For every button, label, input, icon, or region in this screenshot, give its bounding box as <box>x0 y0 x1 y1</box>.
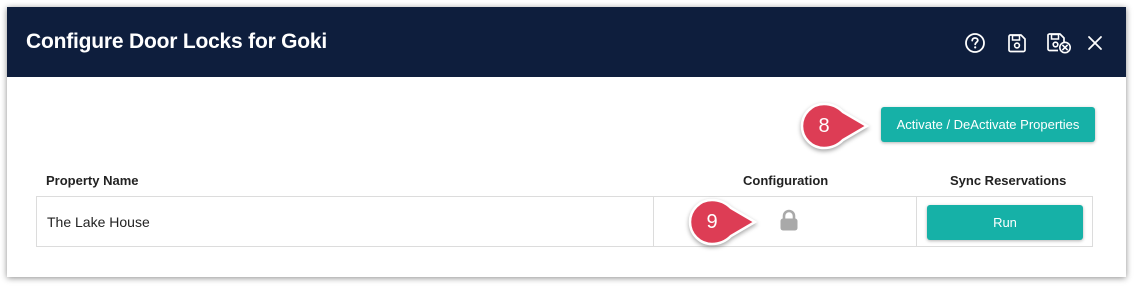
table-row: The Lake House Run <box>36 196 1093 247</box>
dialog-header: Configure Door Locks for Goki <box>7 7 1126 77</box>
close-icon[interactable] <box>1083 32 1107 54</box>
save-close-icon[interactable] <box>1045 32 1073 54</box>
activate-deactivate-properties-button[interactable]: Activate / DeActivate Properties <box>881 107 1095 142</box>
column-divider <box>653 197 654 246</box>
callout-number: 9 <box>706 210 718 233</box>
help-icon[interactable] <box>963 32 987 54</box>
configure-door-locks-dialog: Configure Door Locks for Goki Activate /… <box>7 7 1126 277</box>
column-divider <box>916 197 917 246</box>
property-name-cell: The Lake House <box>47 214 150 230</box>
lock-icon[interactable] <box>779 209 799 231</box>
save-icon[interactable] <box>1005 32 1029 54</box>
column-header-property-name: Property Name <box>46 173 139 188</box>
callout-badge-8: 8 <box>800 102 877 150</box>
column-header-configuration: Configuration <box>743 173 829 188</box>
column-header-sync-reservations: Sync Reservations <box>950 173 1067 188</box>
dialog-title: Configure Door Locks for Goki <box>26 30 328 53</box>
run-sync-button[interactable]: Run <box>927 205 1083 240</box>
screen: Configure Door Locks for Goki Activate /… <box>0 0 1134 286</box>
callout-number: 8 <box>818 114 830 137</box>
callout-badge-9: 9 <box>688 198 765 246</box>
